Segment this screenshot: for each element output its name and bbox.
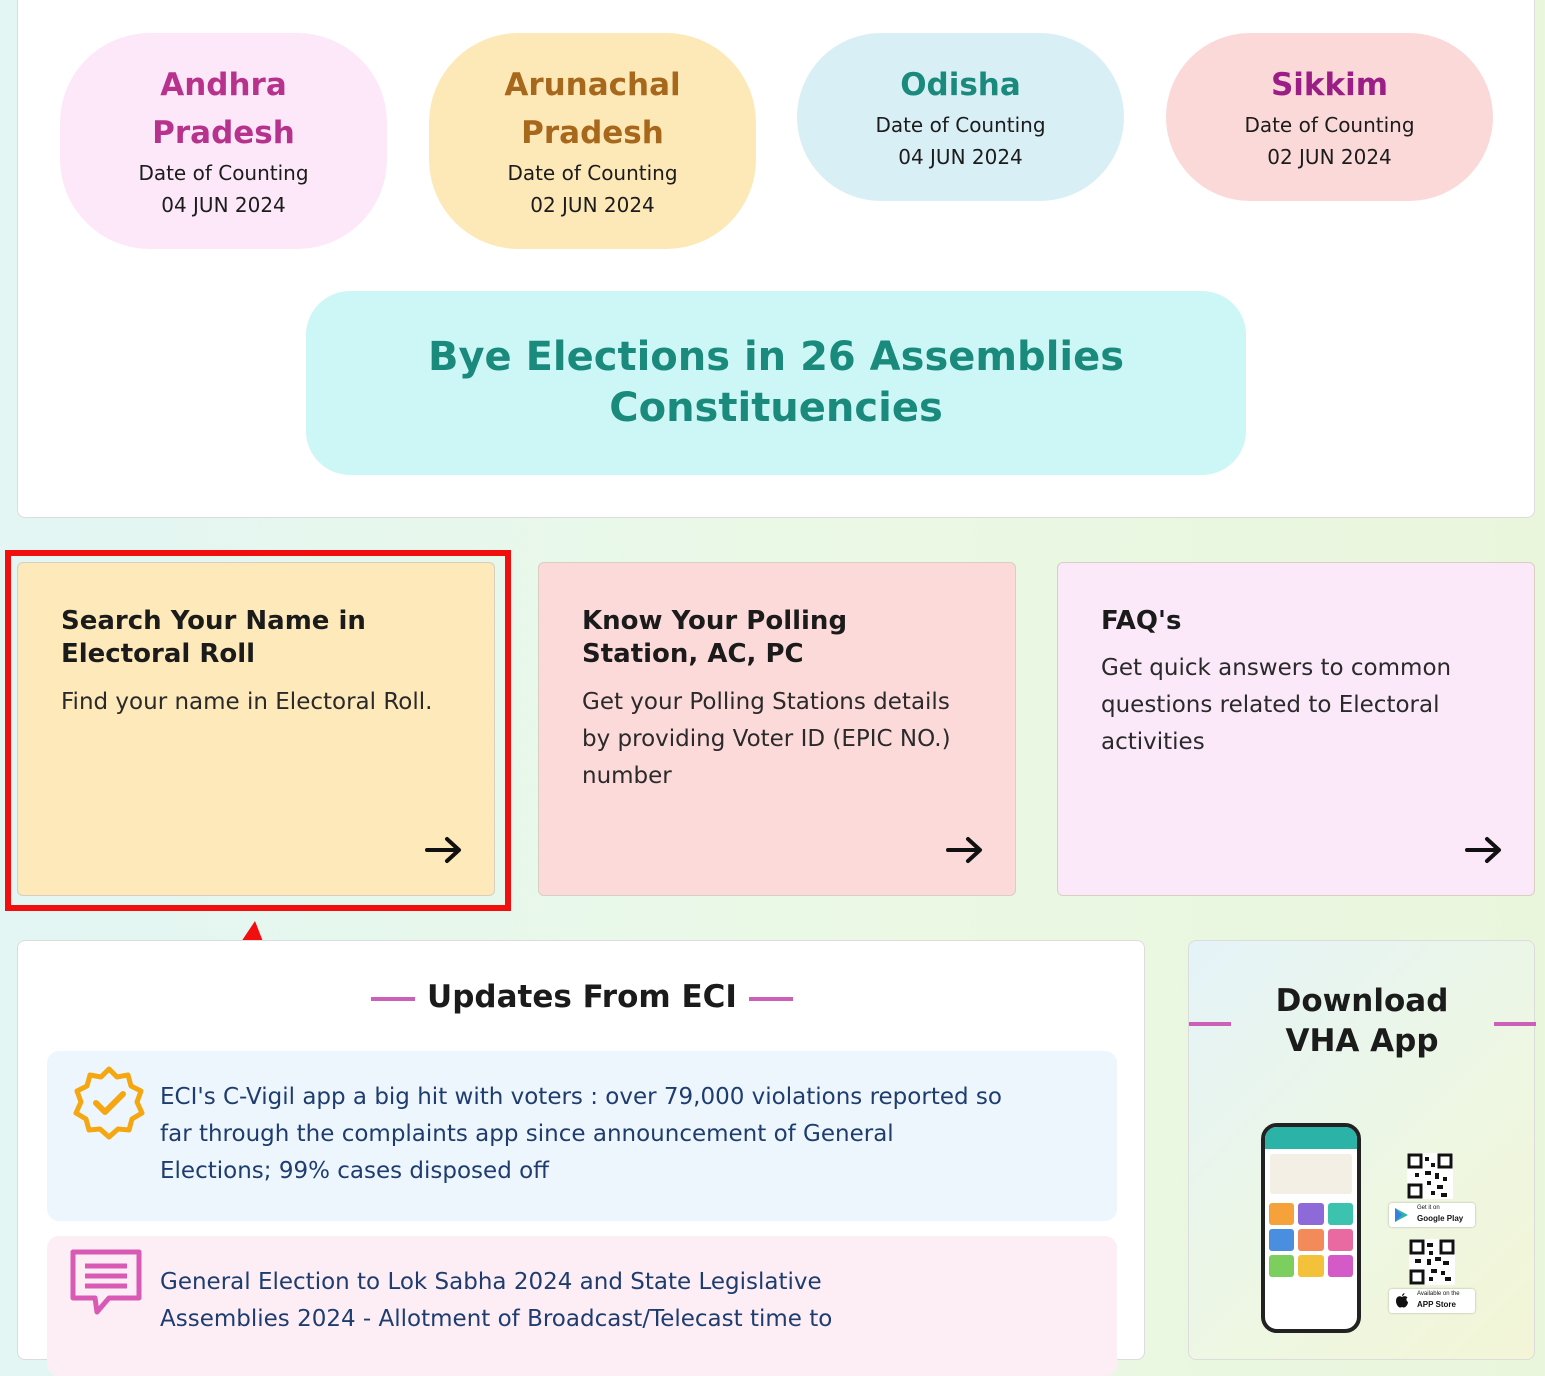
counting-date: 02 JUN 2024 [530, 193, 655, 217]
card-description: Get quick answers to common questions re… [1101, 655, 1452, 755]
counting-label: Date of Counting [138, 161, 309, 185]
heading-dash [1189, 1022, 1231, 1026]
app-store-small: Available on the [1417, 1291, 1460, 1297]
google-play-small: Get it on [1417, 1205, 1440, 1211]
verified-badge-icon [73, 1066, 145, 1140]
google-play-badge[interactable]: Get it on Google Play [1389, 1203, 1475, 1227]
updates-heading: Updates From ECI [427, 979, 737, 1015]
bye-elections-title: Bye Elections in 26 Assemblies Constitue… [427, 334, 1125, 431]
state-name: Arunachal Pradesh [504, 67, 681, 151]
card-title: Know Your Polling Station, AC, PC [582, 606, 848, 669]
counting-label: Date of Counting [507, 161, 678, 185]
arrow-right-icon[interactable] [945, 835, 985, 865]
state-card-arunachal-pradesh[interactable]: Arunachal Pradesh Date of Counting 02 JU… [429, 33, 756, 249]
app-title: Download VHA App [1275, 983, 1449, 1059]
counting-label: Date of Counting [1244, 113, 1415, 137]
arrow-right-icon[interactable] [1464, 835, 1504, 865]
state-name: Sikkim [1270, 67, 1389, 103]
heading-dash [371, 996, 416, 1001]
news-text[interactable]: ECI's C-Vigil app a big hit with voters … [160, 1079, 1010, 1190]
heading-dash [748, 996, 793, 1001]
phone-mockup [1261, 1123, 1361, 1333]
updates-heading-row: Updates From ECI [18, 979, 1146, 1015]
state-name: Andhra Pradesh [152, 67, 295, 151]
state-card-andhra-pradesh[interactable]: Andhra Pradesh Date of Counting 04 JUN 2… [60, 33, 387, 249]
google-play-label: Google Play [1417, 1214, 1464, 1223]
bye-elections-banner[interactable]: Bye Elections in 26 Assemblies Constitue… [306, 291, 1246, 475]
state-card-odisha[interactable]: Odisha Date of Counting 04 JUN 2024 [797, 33, 1124, 201]
news-text[interactable]: General Election to Lok Sabha 2024 and S… [160, 1264, 940, 1338]
news-item[interactable]: General Election to Lok Sabha 2024 and S… [47, 1236, 1117, 1376]
qr-code-icon [1409, 1239, 1455, 1285]
apple-icon [1396, 1293, 1408, 1308]
download-app-panel: Download VHA App Get it on Google Play A… [1188, 940, 1536, 1360]
card-title: FAQ's [1101, 606, 1182, 636]
qr-code-icon [1407, 1153, 1453, 1199]
highlight-box [5, 550, 511, 911]
card-description: Get your Polling Stations details by pro… [582, 689, 951, 789]
app-store-label: APP Store [1417, 1300, 1456, 1309]
polling-station-card[interactable]: Know Your Polling Station, AC, PC Get yo… [538, 562, 1016, 896]
counting-date: 04 JUN 2024 [898, 145, 1023, 169]
app-store-badge[interactable]: Available on the APP Store [1389, 1289, 1475, 1313]
state-name: Odisha [900, 67, 1021, 103]
news-item[interactable]: ECI's C-Vigil app a big hit with voters … [47, 1051, 1117, 1221]
faq-card[interactable]: FAQ's Get quick answers to common questi… [1057, 562, 1535, 896]
counting-date: 02 JUN 2024 [1267, 145, 1392, 169]
google-play-icon [1395, 1208, 1408, 1222]
counting-label: Date of Counting [875, 113, 1046, 137]
updates-panel: Updates From ECI ECI's C-Vigil app a big… [17, 940, 1146, 1376]
heading-dash [1494, 1022, 1536, 1026]
counting-date: 04 JUN 2024 [161, 193, 286, 217]
state-card-sikkim[interactable]: Sikkim Date of Counting 02 JUN 2024 [1166, 33, 1493, 201]
message-icon [70, 1249, 142, 1315]
